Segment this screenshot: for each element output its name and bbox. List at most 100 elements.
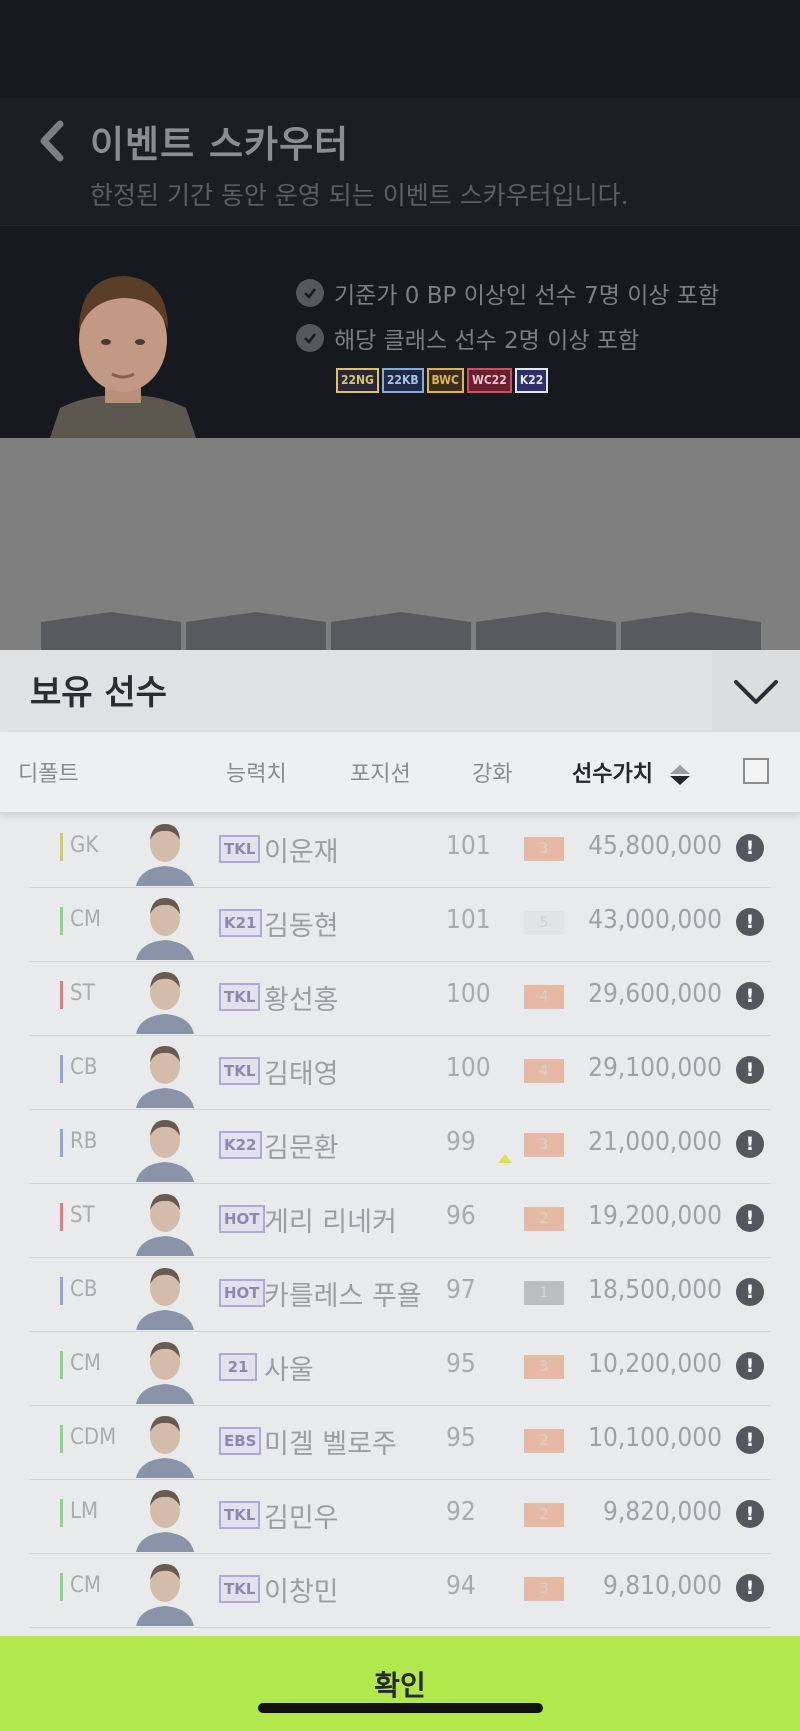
player-name: 미겔 벨로주 <box>264 1429 397 1460</box>
sort-ovr[interactable]: 능력치 <box>226 756 287 788</box>
info-icon[interactable]: ! <box>736 1352 764 1380</box>
info-icon[interactable]: ! <box>736 908 764 936</box>
season-badge: TKL <box>219 1575 261 1603</box>
player-name: 황선홍 <box>264 985 339 1016</box>
position-color-bar <box>60 1573 63 1601</box>
sheet-title: 보유 선수 <box>30 673 167 713</box>
sort-position[interactable]: 포지션 <box>350 756 411 788</box>
player-row[interactable]: CB TKL 김태영 100 4 29,100,000! <box>30 1036 770 1110</box>
player-value: 29,100,000 <box>588 1053 722 1083</box>
upgrade-grade-badge: 3 <box>524 1133 564 1157</box>
upgrade-grade-badge: 3 <box>524 1577 564 1601</box>
info-icon[interactable]: ! <box>736 1426 764 1454</box>
ovr-up-arrow-icon <box>498 1154 512 1163</box>
player-ovr: 92 <box>446 1497 476 1527</box>
player-value: 9,810,000 <box>602 1571 722 1601</box>
player-row[interactable]: ST HOT 게리 리네커 96 2 19,200,000! <box>30 1184 770 1258</box>
info-icon[interactable]: ! <box>736 1130 764 1158</box>
player-name: 김태영 <box>264 1059 339 1090</box>
player-row[interactable]: CM TKL 이창민 94 3 9,810,000! <box>30 1554 770 1628</box>
player-ovr: 99 <box>446 1127 476 1157</box>
info-icon[interactable]: ! <box>736 1574 764 1602</box>
player-ovr: 95 <box>446 1423 476 1453</box>
back-button[interactable] <box>34 118 70 164</box>
player-row[interactable]: LM TKL 김민우 92 2 9,820,000! <box>30 1480 770 1554</box>
player-ovr: 96 <box>446 1201 476 1231</box>
season-badge: HOT <box>219 1205 265 1233</box>
season-badge: TKL <box>219 1501 261 1529</box>
requirement-text: 해당 클래스 선수 2명 이상 포함 <box>334 328 640 354</box>
player-row[interactable]: RB K22 김문환 99 3 21,000,000! <box>30 1110 770 1184</box>
collapse-sheet-button[interactable] <box>712 650 800 732</box>
upgrade-grade-badge: 4 <box>524 1059 564 1083</box>
player-value: 10,100,000 <box>588 1423 722 1453</box>
player-name: 게리 리네커 <box>264 1207 397 1238</box>
sort-icon[interactable] <box>668 764 692 786</box>
player-value: 10,200,000 <box>588 1349 722 1379</box>
player-value: 19,200,000 <box>588 1201 722 1231</box>
player-position: CB <box>70 1277 98 1302</box>
player-position: CM <box>70 1351 101 1376</box>
class-badge: WC22 <box>466 368 512 393</box>
upgrade-grade-badge: 2 <box>524 1207 564 1231</box>
class-badge: 22NG <box>336 368 379 393</box>
player-ovr: 100 <box>446 979 491 1009</box>
position-color-bar <box>60 1129 63 1157</box>
player-name: 카를레스 푸욜 <box>264 1281 422 1312</box>
player-face <box>136 1046 194 1108</box>
player-ovr: 101 <box>446 905 491 935</box>
player-ovr: 100 <box>446 1053 491 1083</box>
check-circle-icon <box>296 279 324 307</box>
select-all-checkbox[interactable] <box>743 758 769 784</box>
player-face <box>136 1490 194 1552</box>
info-icon[interactable]: ! <box>736 834 764 862</box>
position-color-bar <box>60 1351 63 1379</box>
player-value: 43,000,000 <box>588 905 722 935</box>
player-position: CM <box>70 1573 101 1598</box>
class-badge: K22 <box>514 368 549 393</box>
home-indicator <box>258 1703 543 1713</box>
player-face <box>136 1194 194 1256</box>
position-color-bar <box>60 1499 63 1527</box>
class-badge: 22KB <box>381 368 424 393</box>
info-icon[interactable]: ! <box>736 1278 764 1306</box>
upgrade-grade-badge: 2 <box>524 1503 564 1527</box>
info-icon[interactable]: ! <box>736 982 764 1010</box>
player-row[interactable]: ST TKL 황선홍 100 4 29,600,000! <box>30 962 770 1036</box>
player-row[interactable]: CDM EBS 미겔 벨로주 95 2 10,100,000! <box>30 1406 770 1480</box>
season-badge: 21 <box>219 1353 257 1381</box>
info-icon[interactable]: ! <box>736 1056 764 1084</box>
info-icon[interactable]: ! <box>736 1500 764 1528</box>
player-face <box>136 1120 194 1182</box>
position-color-bar <box>60 981 63 1009</box>
sort-upgrade[interactable]: 강화 <box>472 756 512 788</box>
player-face <box>136 1564 194 1626</box>
sort-value[interactable]: 선수가치 <box>572 756 653 788</box>
player-ovr: 94 <box>446 1571 476 1601</box>
season-badge: EBS <box>219 1427 262 1455</box>
info-icon[interactable]: ! <box>736 1204 764 1232</box>
player-position: CM <box>70 907 101 932</box>
upgrade-grade-badge: 4 <box>524 985 564 1009</box>
position-color-bar <box>60 833 63 861</box>
player-position: CDM <box>70 1425 117 1450</box>
player-row[interactable]: CM K21 김동현 101 5 43,000,000! <box>30 888 770 962</box>
player-row[interactable]: CB HOT 카를레스 푸욜 97 1 18,500,000! <box>30 1258 770 1332</box>
player-position: ST <box>70 1203 95 1228</box>
sort-default[interactable]: 디폴트 <box>18 756 79 788</box>
player-row[interactable]: CM 21 사울 95 3 10,200,000! <box>30 1332 770 1406</box>
requirement-item: 기준가 0 BP 이상인 선수 7명 이상 포함 <box>296 276 719 310</box>
season-badge: HOT <box>219 1279 265 1307</box>
player-face <box>136 898 194 960</box>
status-bar <box>0 0 800 98</box>
season-badge: TKL <box>219 983 261 1011</box>
player-row[interactable]: GK TKL 이운재 101 3 45,800,000! <box>30 814 770 888</box>
upgrade-grade-badge: 3 <box>524 1355 564 1379</box>
check-circle-icon <box>296 324 324 352</box>
confirm-label: 확인 <box>374 1669 426 1702</box>
season-badge: K21 <box>219 909 262 937</box>
scout-avatar <box>50 268 196 438</box>
player-position: RB <box>70 1129 98 1154</box>
player-ovr: 97 <box>446 1275 476 1305</box>
requirement-text: 기준가 0 BP 이상인 선수 7명 이상 포함 <box>334 283 720 309</box>
